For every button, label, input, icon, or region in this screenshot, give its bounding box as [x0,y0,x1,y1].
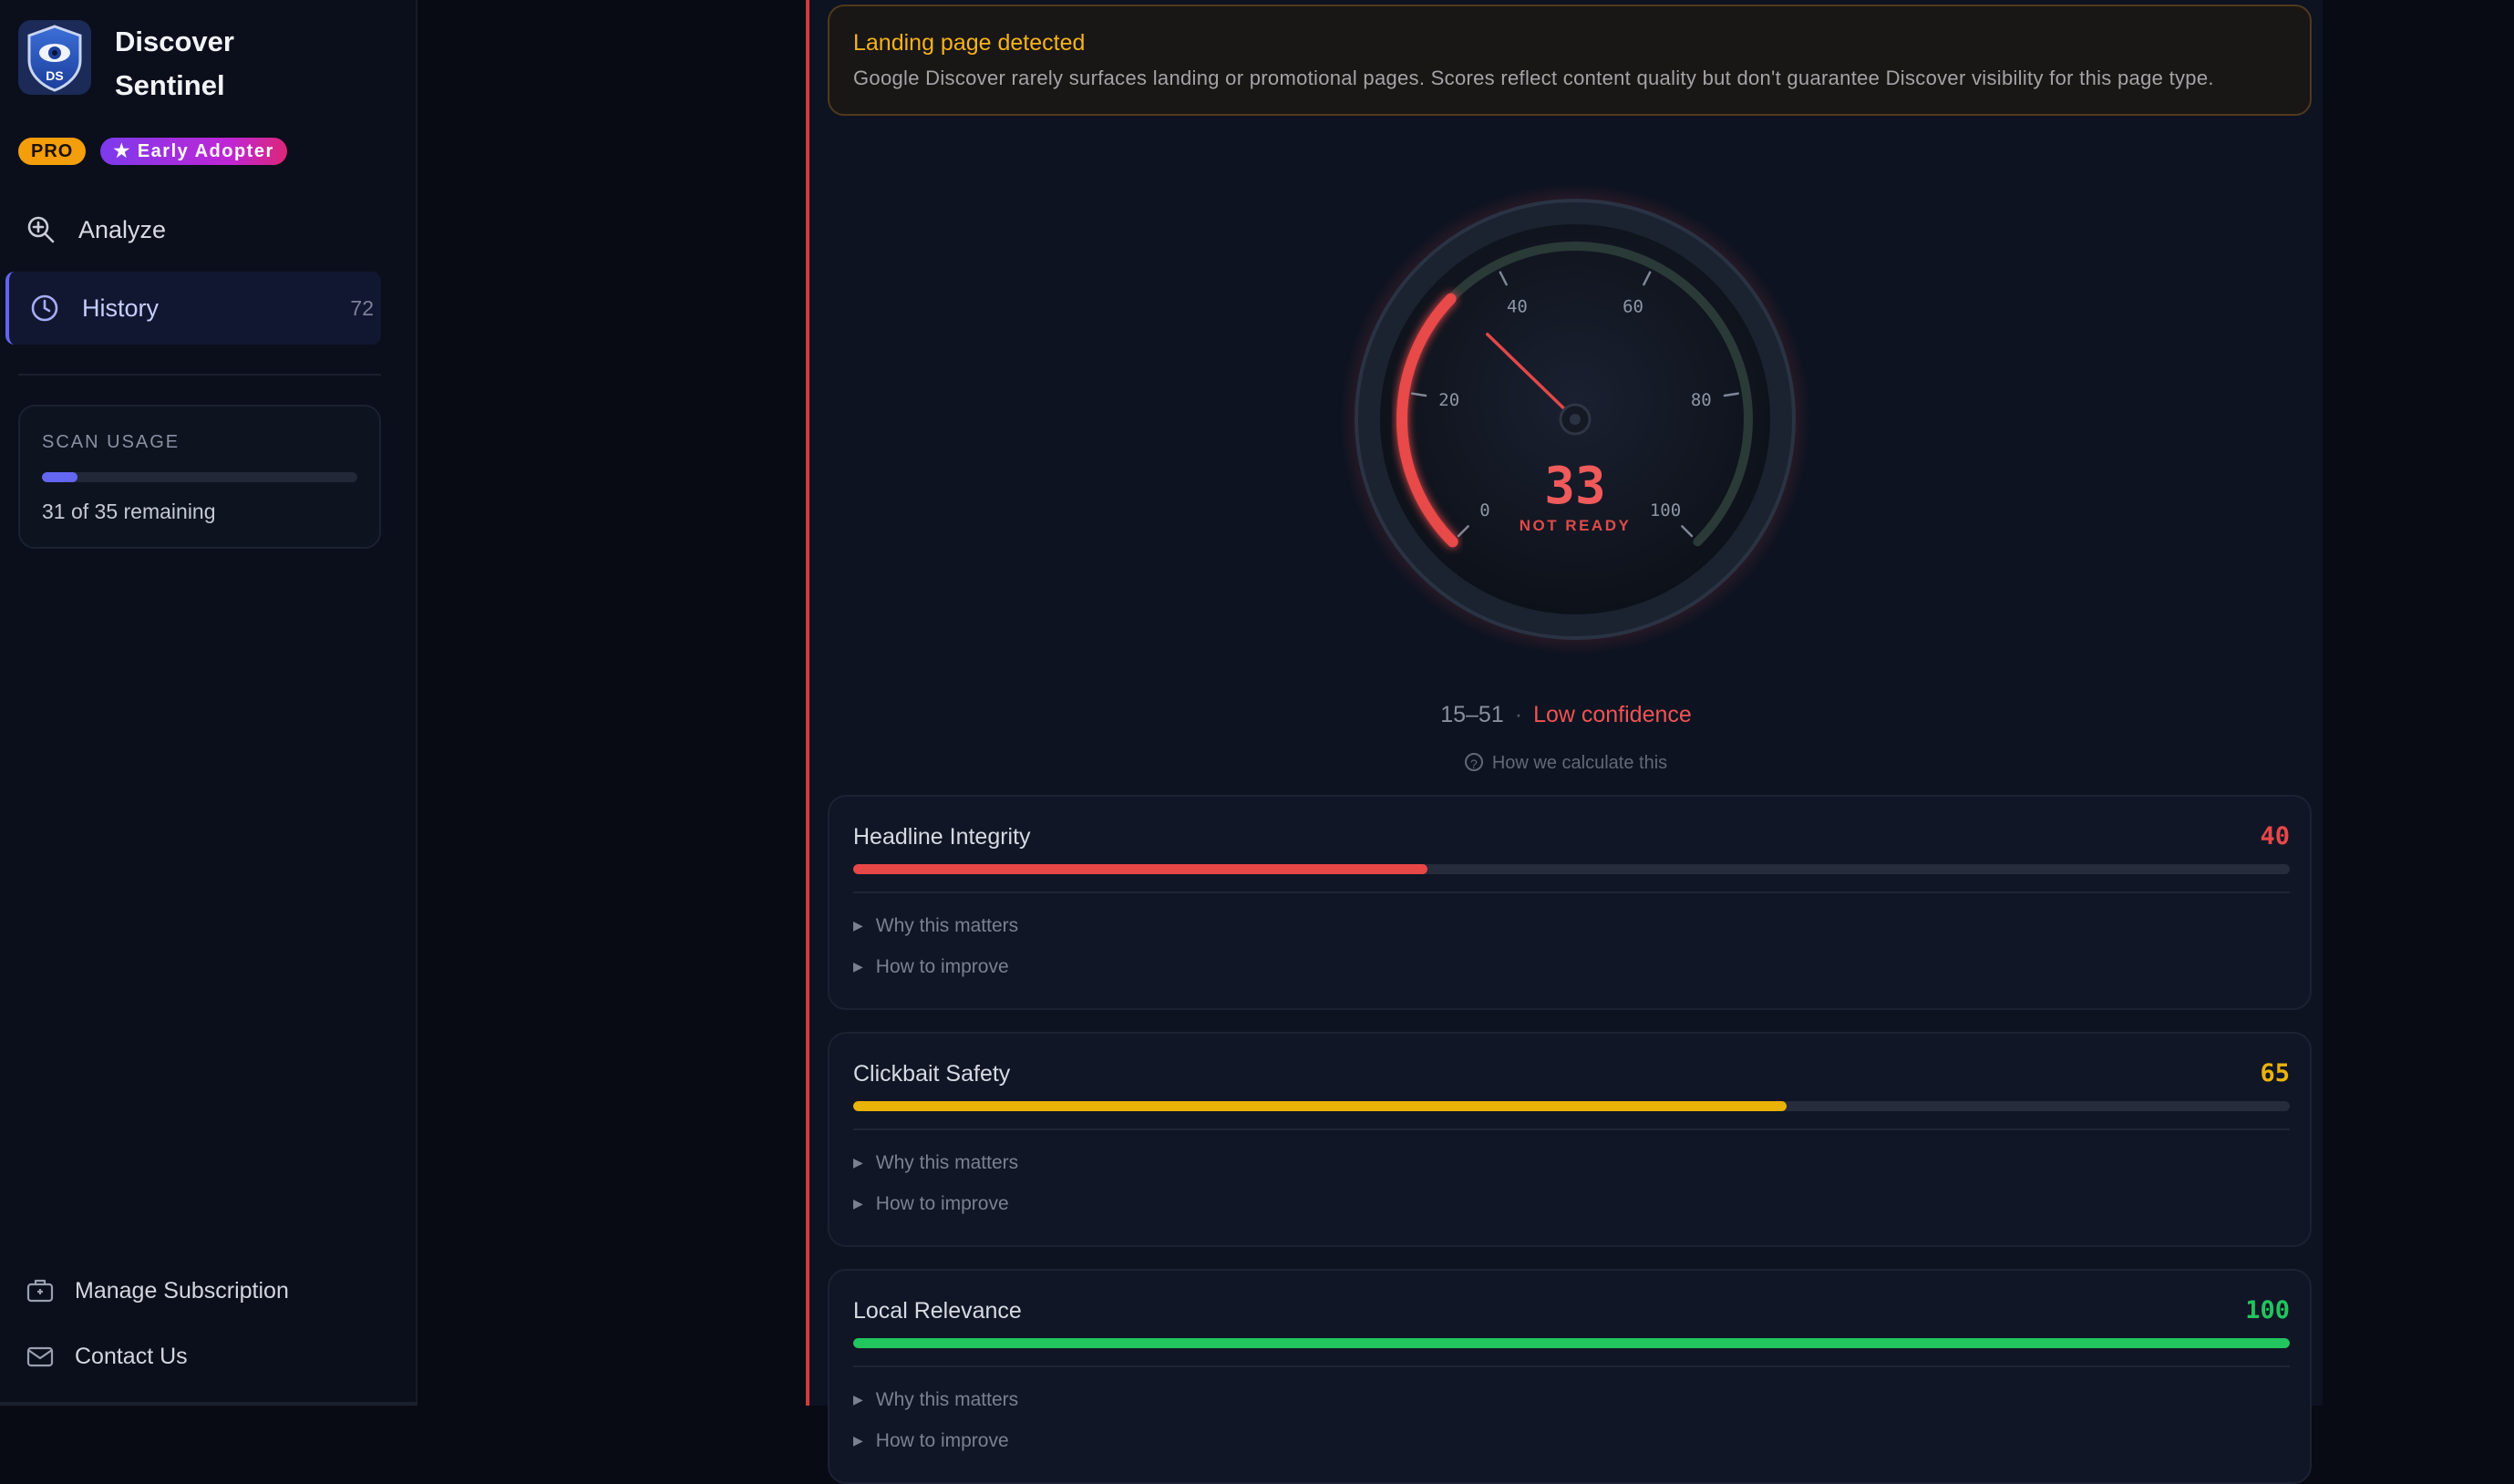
gauge-tick-label: 100 [1650,500,1681,520]
how-to-improve-toggle[interactable]: ▶ How to improve [853,1430,1009,1452]
sidebar: DS Discover Sentinel PRO ★ Early Adopter… [0,0,417,1406]
svg-text:DS: DS [46,68,63,83]
alert-title: Landing page detected [853,30,1086,56]
scan-usage-fill [42,472,78,482]
metric-score: 100 [2245,1296,2290,1324]
metric-card-local-relevance: Local Relevance 100 ▶ Why this matters ▶ H… [828,1269,2312,1484]
toggle-label: How to improve [875,1430,1009,1451]
gauge-svg: 0 20 40 60 80 100 33 NOT READY [1340,184,1810,654]
score-range: 15–51 [1440,702,1504,727]
toggle-label: How to improve [875,1193,1009,1214]
sidebar-item-label: History [82,294,160,322]
metric-score: 40 [2260,822,2290,850]
gauge-score: 33 [1544,457,1605,516]
metric-name: Headline Integrity [853,824,1031,850]
gauge-tick-label: 60 [1623,296,1643,316]
alert-body: Google Discover rarely surfaces landing … [853,67,2214,89]
sidebar-item-analyze[interactable]: Analyze [5,193,381,266]
subscription-icon [26,1279,54,1303]
contact-us-label: Contact Us [75,1343,188,1369]
gauge-status: NOT READY [1520,517,1632,534]
clock-icon [31,294,58,322]
caret-right-icon: ▶ [853,1433,863,1448]
mail-icon [26,1346,54,1367]
how-we-calculate-link[interactable]: ? How we calculate this [809,752,2323,774]
brand[interactable]: DS Discover Sentinel [18,20,279,108]
toggle-label: How to improve [875,956,1009,977]
zoom-in-icon [27,216,55,243]
manage-subscription-link[interactable]: Manage Subscription [26,1276,289,1305]
scan-usage-title: SCAN USAGE [42,432,180,452]
divider [853,1128,2290,1130]
gauge-tick-label: 0 [1479,500,1489,520]
toggle-label: Why this matters [875,915,1019,936]
score-range-row: 15–51 · Low confidence [809,702,2323,728]
metric-bar-fill [853,864,1428,874]
metric-score: 65 [2260,1059,2290,1087]
scan-usage-remaining: 31 of 35 remaining [42,500,216,523]
sidebar-item-history[interactable]: History 72 [5,272,381,345]
why-this-matters-toggle[interactable]: ▶ Why this matters [853,1389,1018,1411]
early-adopter-badge: ★ Early Adopter [100,138,287,165]
caret-right-icon: ▶ [853,959,863,974]
metric-bar [853,864,2290,874]
scan-usage-card: SCAN USAGE 31 of 35 remaining [18,405,381,549]
pro-badge: PRO [18,138,87,165]
landing-page-alert: Landing page detected Google Discover ra… [828,5,2312,116]
badge-row: PRO ★ Early Adopter [18,138,287,165]
analysis-result-panel: Landing page detected Google Discover ra… [806,0,2323,1484]
scan-usage-bar [42,472,357,482]
sidebar-item-label: Analyze [78,215,167,243]
contact-us-link[interactable]: Contact Us [26,1342,188,1371]
metric-bar [853,1338,2290,1348]
gauge-tick-label: 80 [1691,390,1712,410]
manage-subscription-label: Manage Subscription [75,1277,289,1304]
gauge-tick-label: 20 [1438,390,1459,410]
app-name: Discover Sentinel [115,26,234,101]
metric-name: Clickbait Safety [853,1061,1011,1087]
toggle-label: Why this matters [875,1389,1019,1410]
confidence-label: Low confidence [1533,702,1692,727]
metric-bar-fill [853,1101,1788,1111]
gauge-hub-center [1570,414,1581,425]
metric-card-clickbait-safety: Clickbait Safety 65 ▶ Why this matters ▶ H… [828,1032,2312,1247]
caret-right-icon: ▶ [853,1196,863,1211]
metric-bar [853,1101,2290,1111]
caret-right-icon: ▶ [853,1155,863,1170]
history-count: 72 [350,295,374,320]
divider [18,374,381,376]
how-to-improve-toggle[interactable]: ▶ How to improve [853,956,1009,978]
divider [0,1402,417,1406]
why-this-matters-toggle[interactable]: ▶ Why this matters [853,1152,1018,1174]
metric-card-headline-integrity: Headline Integrity 40 ▶ Why this matters … [828,795,2312,1010]
metric-bar-fill [853,1338,2290,1348]
caret-right-icon: ▶ [853,1392,863,1407]
gauge-tick-label: 40 [1507,296,1528,316]
caret-right-icon: ▶ [853,918,863,933]
how-we-calculate-label: How we calculate this [1491,753,1668,773]
metric-name: Local Relevance [853,1298,1022,1324]
divider [853,891,2290,893]
separator-dot: · [1514,702,1523,727]
help-circle-icon: ? [1464,752,1483,771]
why-this-matters-toggle[interactable]: ▶ Why this matters [853,915,1018,937]
toggle-label: Why this matters [875,1152,1019,1173]
shield-eye-logo: DS [18,20,91,95]
how-to-improve-toggle[interactable]: ▶ How to improve [853,1193,1009,1215]
divider [853,1365,2290,1367]
score-gauge: 0 20 40 60 80 100 33 NOT READY [1338,182,1812,656]
